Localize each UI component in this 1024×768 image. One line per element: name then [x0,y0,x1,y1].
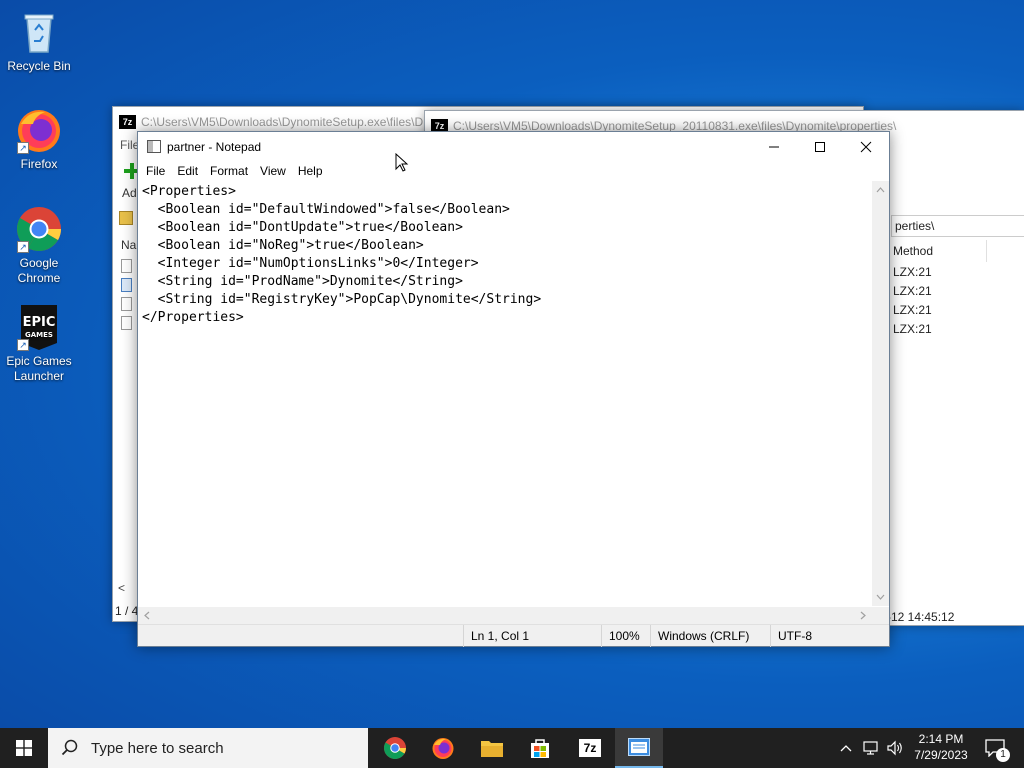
taskbar-7zip[interactable]: 7z [566,728,614,768]
minimize-button[interactable] [751,132,797,161]
taskbar-microsoft-store[interactable] [516,728,564,768]
sevenzip-logo-icon: 7z [119,115,136,129]
status-fragment: -12 14:45:12 [887,610,955,624]
table-row[interactable]: LZX:21 [893,322,932,336]
path-bar[interactable]: perties\ [891,215,1024,237]
menu-file[interactable]: File [140,164,171,178]
table-row[interactable]: LZX:21 [893,284,932,298]
window-title: C:\Users\VM5\Downloads\DynomiteSetup.exe… [141,115,424,129]
status-zoom: 100% [601,625,650,647]
taskbar-search-box[interactable]: Type here to search [48,728,368,768]
windows-logo-icon [16,740,32,756]
file-icon [121,297,132,311]
table-row[interactable]: LZX:21 [893,265,932,279]
scroll-down-icon[interactable] [872,590,889,604]
column-header-method[interactable]: Method [891,240,987,262]
taskbar: Type here to search 7z 2:14 PM 7/29/2023… [0,728,1024,768]
window-title: partner - Notepad [167,139,262,154]
folder-up-icon[interactable] [119,211,133,225]
column-header-label: Method [893,244,934,258]
scroll-up-icon[interactable] [872,183,889,197]
network-icon [863,741,878,755]
desktop-icon-epic-games[interactable]: EPIC GAMES ↗ Epic Games Launcher [0,303,78,384]
desktop-icon-google-chrome[interactable]: ↗ Google Chrome [0,205,78,286]
maximize-button[interactable] [797,132,843,161]
close-button[interactable] [843,132,889,161]
horizontal-scrollbar[interactable] [138,607,872,624]
scrollbar-corner [872,607,889,624]
desktop-icon-recycle-bin[interactable]: Recycle Bin [0,8,78,74]
chrome-icon: ↗ [15,205,63,253]
method-cell: LZX:21 [893,303,932,317]
shortcut-arrow-icon: ↗ [17,339,29,351]
method-cell: LZX:21 [893,265,932,279]
vertical-scrollbar[interactable] [872,181,889,606]
shortcut-arrow-icon: ↗ [17,241,29,253]
network-button[interactable] [862,740,880,756]
menu-format[interactable]: Format [204,164,254,178]
firefox-icon: ↗ [15,106,63,154]
method-cell: LZX:21 [893,322,932,336]
menu-help[interactable]: Help [292,164,329,178]
taskbar-file-explorer[interactable] [468,728,516,768]
clock-time: 2:14 PM [918,732,964,746]
shortcut-arrow-icon: ↗ [17,142,29,154]
scroll-right-icon[interactable] [856,607,870,624]
menu-view[interactable]: View [254,164,292,178]
notepad-icon [628,738,650,756]
recycle-bin-icon [15,8,63,56]
svg-text:GAMES: GAMES [25,331,53,339]
file-icon [121,278,132,292]
volume-button[interactable] [886,740,904,756]
notification-center-button[interactable]: 1 [980,728,1024,768]
svg-text:EPIC: EPIC [23,315,56,330]
scroll-left-icon[interactable] [140,607,154,624]
clock-date: 7/29/2023 [914,748,968,762]
desktop-icon-label: Firefox [20,157,58,171]
status-line-ending: Windows (CRLF) [650,625,770,647]
desktop-icon-firefox[interactable]: ↗ Firefox [0,106,78,172]
file-icon [121,316,132,330]
maximize-icon [815,141,825,152]
clock[interactable]: 2:14 PM 7/29/2023 [908,731,974,763]
taskbar-chrome[interactable] [371,728,419,768]
status-fragment: 1 / 4 [115,604,139,618]
start-button[interactable] [0,728,48,768]
menu-bar: File Edit Format View Help [138,161,889,181]
folder-icon [481,741,503,757]
epic-games-icon: EPIC GAMES ↗ [15,303,63,351]
desktop-icon-label: Epic Games Launcher [6,354,72,383]
show-hidden-icons-button[interactable] [838,740,854,756]
notepad-icon [147,140,161,153]
firefox-icon [432,738,454,759]
path-fragment: perties\ [895,219,935,233]
file-icon [121,259,132,273]
taskbar-notepad[interactable] [615,728,663,768]
text-editor[interactable]: <Properties> <Boolean id="DefaultWindowe… [138,181,872,606]
mouse-cursor-icon [395,153,409,172]
taskbar-firefox[interactable] [419,728,467,768]
method-cell: LZX:21 [893,284,932,298]
desktop-icon-label: Google Chrome [17,256,61,285]
volume-icon [887,740,902,756]
status-bar: Ln 1, Col 1 100% Windows (CRLF) UTF-8 [138,624,890,647]
sevenzip-logo-icon: 7z [579,739,601,757]
toolbar-fragment[interactable]: Ad [122,186,137,200]
status-position: Ln 1, Col 1 [463,625,601,647]
search-icon [61,739,78,756]
desktop-icon-label: Recycle Bin [7,59,71,73]
minimize-icon [769,146,779,147]
table-row[interactable]: LZX:21 [893,303,932,317]
scroll-left-arrow[interactable]: < [118,581,125,595]
chevron-up-icon [840,745,852,752]
notepad-window[interactable]: partner - Notepad File Edit Format View … [137,131,890,647]
search-placeholder: Type here to search [91,739,224,757]
status-encoding: UTF-8 [770,625,890,647]
column-header-fragment[interactable]: Na [121,238,136,252]
chrome-icon [384,737,406,759]
menu-edit[interactable]: Edit [171,164,204,178]
close-icon [860,141,872,152]
store-icon [531,739,549,758]
notification-badge: 1 [996,748,1010,762]
